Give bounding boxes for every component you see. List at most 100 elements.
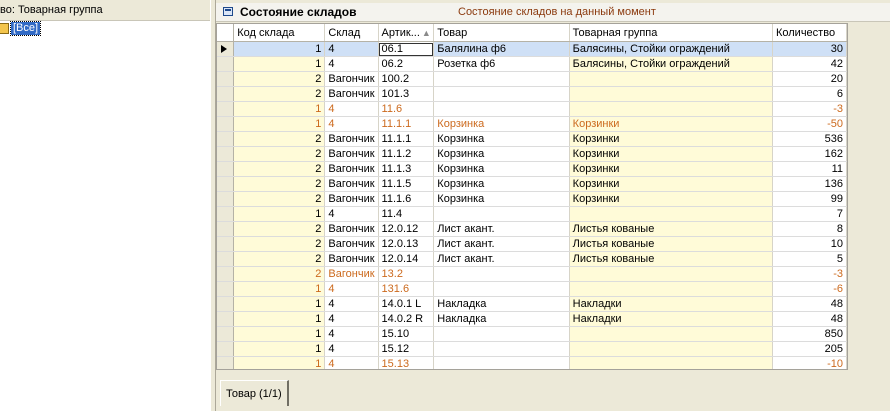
table-cell[interactable]: 4 [324,311,379,327]
table-cell[interactable]: Листья кованые [569,251,773,267]
table-cell[interactable]: 7 [772,206,847,222]
table-cell[interactable]: Вагончик [324,131,379,147]
table-cell[interactable] [433,266,570,282]
table-cell[interactable]: 11.1.2 [378,146,435,162]
table-cell[interactable]: 2 [233,131,326,147]
table-cell[interactable]: 101.3 [378,86,435,102]
table-cell[interactable]: 11.1.6 [378,191,435,207]
table-cell[interactable]: 1 [233,56,326,72]
table-row[interactable]: 1 4 11.1.1 Корзинка Корзинки -50 [217,116,847,132]
row-indicator[interactable] [217,236,235,252]
table-cell[interactable] [569,206,773,222]
table-row[interactable]: 2 Вагончик 12.0.12 Лист акант. Листья кованы… [217,221,847,237]
table-cell[interactable] [433,206,570,222]
table-cell[interactable]: 1 [233,356,326,369]
table-cell[interactable]: 1 [233,281,326,297]
table-row[interactable]: 2 Вагончик 100.2 20 [217,71,847,87]
table-row[interactable]: 1 4 11.4 7 [217,206,847,222]
table-row[interactable]: 2 Вагончик 11.1.5 Корзинка Корзинки 136 [217,176,847,192]
table-cell[interactable]: 4 [324,281,379,297]
table-row[interactable]: 1 4 14.0.1 L Накладка Накладки 48 [217,296,847,312]
table-cell[interactable]: Корзинка [433,176,570,192]
table-row[interactable]: 1 4 11.6 -3 [217,101,847,117]
table-cell[interactable]: 14.0.2 R [378,311,435,327]
table-cell[interactable] [569,281,773,297]
table-cell[interactable]: 11.1.3 [378,161,435,177]
table-cell[interactable]: 11.4 [378,206,435,222]
row-indicator[interactable] [217,41,235,57]
table-row[interactable]: 2 Вагончик 11.1.2 Корзинка Корзинки 162 [217,146,847,162]
table-cell[interactable] [569,326,773,342]
table-cell[interactable]: 136 [772,176,847,192]
table-cell[interactable]: 2 [233,236,326,252]
table-cell[interactable]: 2 [233,86,326,102]
table-cell[interactable]: 1 [233,206,326,222]
table-cell[interactable]: 4 [324,206,379,222]
table-cell[interactable]: -6 [772,281,847,297]
table-cell[interactable]: Корзинка [433,116,570,132]
row-indicator[interactable] [217,86,235,102]
table-cell[interactable]: 11.1.1 [378,131,435,147]
table-cell[interactable]: Корзинки [569,146,773,162]
table-cell[interactable]: 8 [772,221,847,237]
row-indicator[interactable] [217,326,235,342]
table-cell[interactable] [569,266,773,282]
table-row[interactable]: 1 4 15.10 850 [217,326,847,342]
table-cell[interactable]: 11 [772,161,847,177]
row-indicator[interactable] [217,176,235,192]
table-cell[interactable] [569,71,773,87]
table-cell[interactable]: 11.1.1 [378,116,435,132]
table-cell[interactable] [433,101,570,117]
table-row[interactable]: 1 4 15.12 205 [217,341,847,357]
table-cell[interactable]: 1 [233,41,326,57]
table-cell[interactable]: 4 [324,326,379,342]
table-cell[interactable]: Корзинки [569,131,773,147]
table-row[interactable]: 1 4 14.0.2 R Накладка Накладки 48 [217,311,847,327]
table-cell[interactable] [433,356,570,369]
table-cell[interactable] [569,101,773,117]
table-cell[interactable]: 162 [772,146,847,162]
table-cell[interactable]: 1 [233,116,326,132]
table-cell[interactable]: 536 [772,131,847,147]
table-cell[interactable]: 1 [233,326,326,342]
table-row[interactable]: 2 Вагончик 11.1.3 Корзинка Корзинки 11 [217,161,847,177]
row-indicator[interactable] [217,161,235,177]
row-indicator[interactable] [217,206,235,222]
table-cell[interactable]: 6 [772,86,847,102]
table-cell[interactable]: 2 [233,266,326,282]
row-indicator[interactable] [217,101,235,117]
table-row[interactable]: 2 Вагончик 12.0.14 Лист акант. Листья кованы… [217,251,847,267]
table-cell[interactable]: 30 [772,41,847,57]
table-cell[interactable]: 5 [772,251,847,267]
table-cell[interactable]: Балялина ф6 [433,41,570,57]
row-indicator[interactable] [217,266,235,282]
column-header-article[interactable]: Артик... ▲ [378,24,435,42]
row-indicator[interactable] [217,356,235,369]
table-cell[interactable]: 2 [233,221,326,237]
table-cell[interactable]: 2 [233,191,326,207]
table-cell[interactable]: 06.2 [378,56,435,72]
table-cell[interactable] [433,326,570,342]
table-cell[interactable]: Лист акант. [433,221,570,237]
table-cell[interactable]: -10 [772,356,847,369]
row-indicator[interactable] [217,116,235,132]
table-cell[interactable] [569,341,773,357]
table-cell[interactable]: 4 [324,296,379,312]
row-indicator[interactable] [217,296,235,312]
table-cell[interactable]: 42 [772,56,847,72]
table-cell[interactable]: 11.6 [378,101,435,117]
row-indicator[interactable] [217,341,235,357]
table-cell[interactable]: 48 [772,311,847,327]
table-row[interactable]: 2 Вагончик 11.1.6 Корзинка Корзинки 99 [217,191,847,207]
table-cell[interactable]: 14.0.1 L [378,296,435,312]
row-indicator[interactable] [217,251,235,267]
table-cell[interactable]: Корзинки [569,161,773,177]
row-indicator[interactable] [217,71,235,87]
row-indicator[interactable] [217,56,235,72]
table-cell[interactable]: -3 [772,101,847,117]
table-cell[interactable]: 10 [772,236,847,252]
row-indicator[interactable] [217,146,235,162]
table-cell[interactable]: 15.10 [378,326,435,342]
table-cell[interactable]: Листья кованые [569,221,773,237]
table-cell[interactable]: 15.12 [378,341,435,357]
